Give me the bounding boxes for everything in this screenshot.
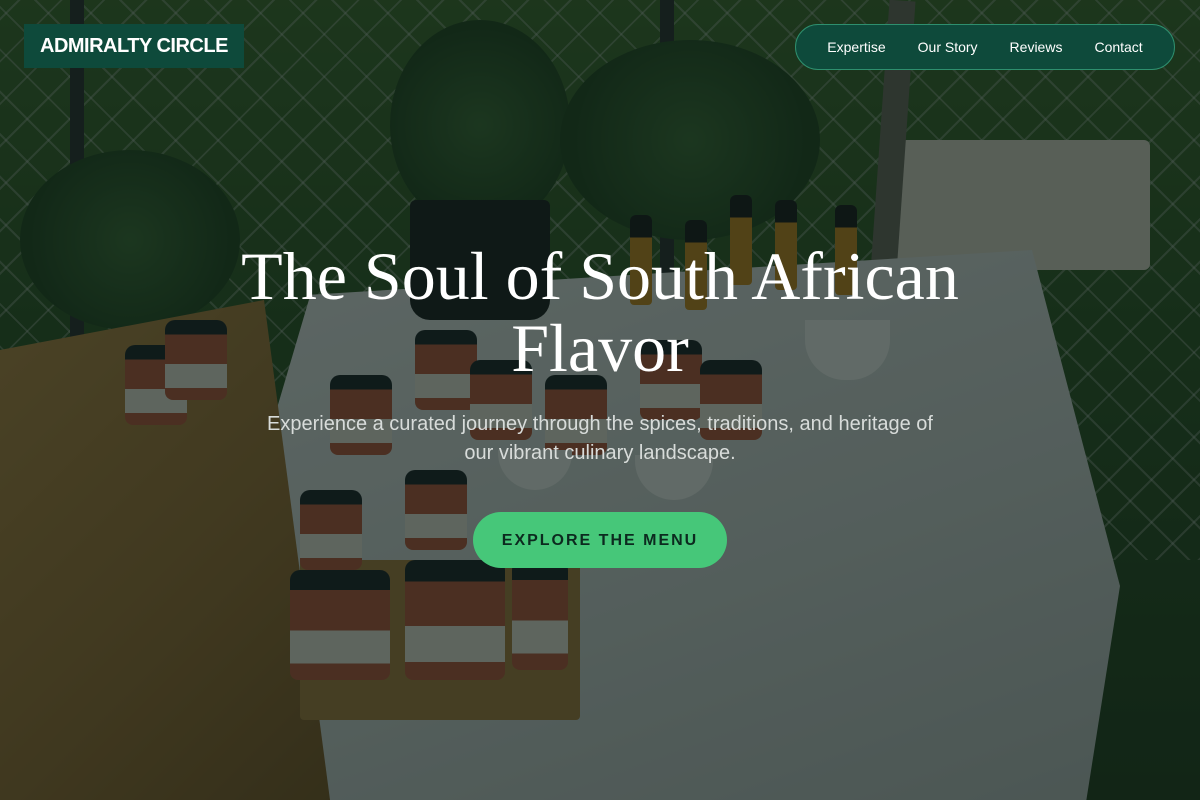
- brand-logo[interactable]: ADMIRALTY CIRCLE: [24, 24, 244, 68]
- nav-item-reviews[interactable]: Reviews: [1010, 39, 1063, 55]
- nav-item-our-story[interactable]: Our Story: [918, 39, 978, 55]
- hero-section: The Soul of South African Flavor Experie…: [0, 240, 1200, 568]
- hero-subtitle: Experience a curated journey through the…: [267, 413, 933, 464]
- explore-menu-button[interactable]: EXPLORE THE MENU: [473, 512, 727, 568]
- hero-title: The Soul of South African Flavor: [241, 238, 959, 386]
- nav-item-expertise[interactable]: Expertise: [827, 39, 885, 55]
- main-nav: Expertise Our Story Reviews Contact: [795, 24, 1175, 70]
- nav-item-contact[interactable]: Contact: [1094, 39, 1142, 55]
